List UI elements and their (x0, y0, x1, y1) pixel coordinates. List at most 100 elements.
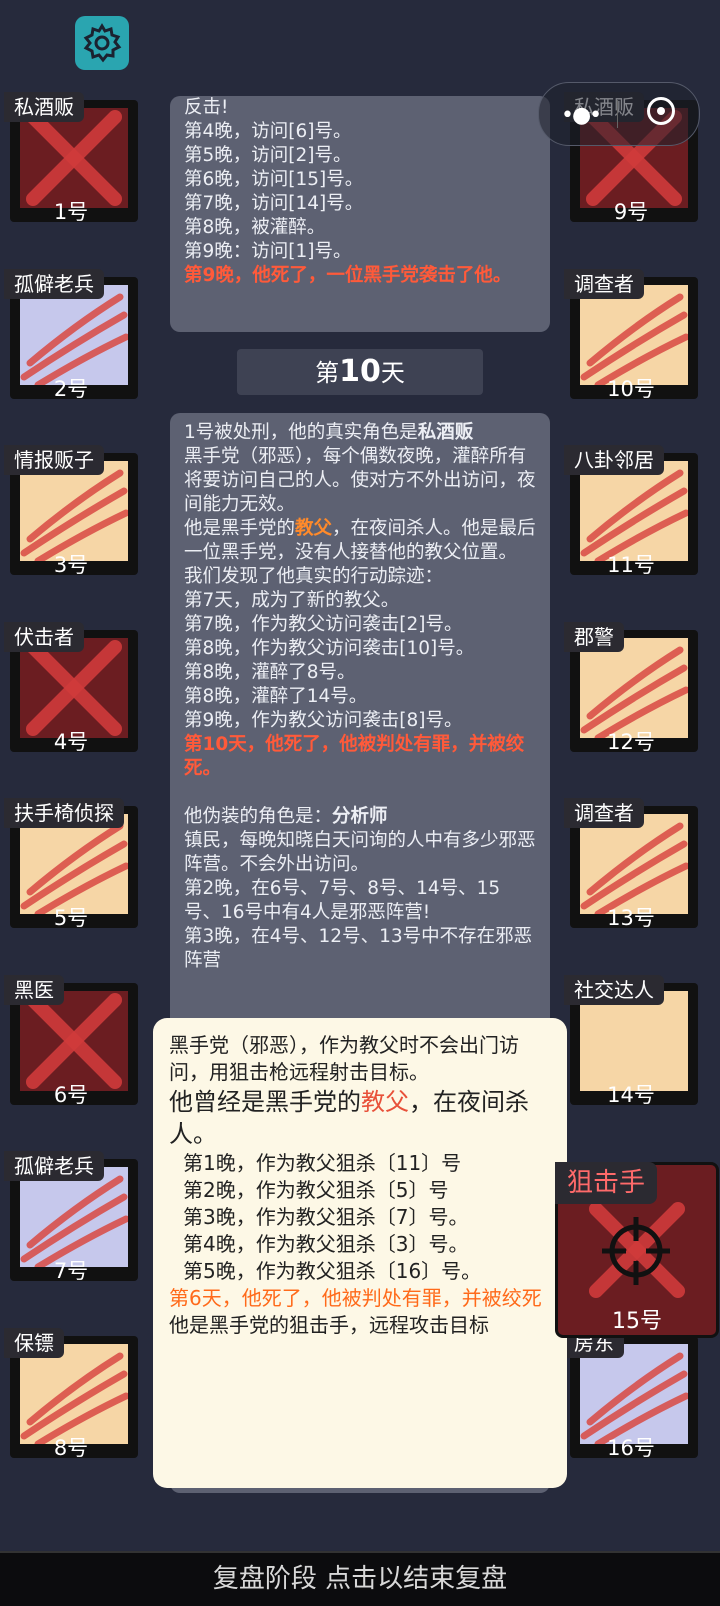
popup-night-line: 第4晚，作为教父狙杀〔3〕号。 (183, 1232, 469, 1256)
player-card[interactable]: 私酒贩 1号 (4, 92, 138, 224)
popup-godfather-role: 教父 (361, 1088, 409, 1116)
player-role-label: 调查者 (564, 798, 644, 828)
popup-night-line: 第5晚，作为教父狙杀〔16〕号。 (183, 1259, 482, 1283)
player-role-label: 黑医 (4, 974, 64, 1005)
gear-icon (83, 23, 122, 63)
player-portrait (20, 637, 128, 738)
player-number: 15号 (612, 1309, 662, 1334)
execution-death-line: 第10天，他死了，他被判处有罪，并被绞死。 (184, 734, 525, 779)
log-death-line: 第9晚，他死了，一位黑手党袭击了他。 (184, 265, 512, 286)
player-card-sniper-selected[interactable]: 狙击手 15号 (555, 1162, 719, 1338)
player-portrait (580, 1343, 688, 1444)
player-number: 7号 (53, 1259, 89, 1283)
player-role-label: 孤僻老兵 (4, 1151, 104, 1181)
player-number: 1号 (53, 200, 89, 224)
player-card[interactable]: 情报贩子 3号 (4, 445, 138, 577)
player-role-label: 八卦邻居 (564, 445, 664, 475)
player-role-label: 调查者 (564, 268, 644, 299)
player-number: 10号 (607, 376, 655, 401)
player-card[interactable]: 调查者 13号 (564, 798, 698, 930)
claw-scratch-icon (580, 1352, 688, 1444)
player-card[interactable]: 社交达人 14号 (564, 974, 698, 1107)
action-line: 第8晚，灌醉了8号。 (184, 662, 356, 683)
player-number: 2号 (53, 376, 89, 401)
more-dots-icon[interactable]: •●• (561, 103, 602, 128)
claw-scratch-icon (20, 822, 128, 914)
player-number: 8号 (53, 1435, 89, 1460)
player-portrait (580, 284, 688, 385)
miniprogram-capsule: •●• (538, 82, 700, 146)
target-circle-icon[interactable] (647, 97, 675, 125)
player-portrait (20, 814, 128, 914)
role-detail-popup[interactable]: 黑手党（邪恶），作为教父时不会出门访问，用狙击枪远程射击目标。 他曾经是黑手党的… (153, 1018, 567, 1488)
player-card[interactable]: 孤僻老兵 2号 (4, 268, 138, 401)
player-number: 14号 (607, 1082, 655, 1107)
end-review-button[interactable]: 复盘阶段 点击以结束复盘 (0, 1551, 720, 1606)
player-card[interactable]: 伏击者 4号 (4, 621, 138, 754)
player-portrait (20, 284, 128, 385)
player-portrait (580, 814, 688, 914)
godfather-text: 他是黑手党的 (184, 518, 296, 539)
player-portrait (580, 990, 688, 1091)
player-role-label: 孤僻老兵 (4, 268, 104, 299)
log-line: 第5晚，访问[2]号。 (184, 145, 352, 166)
claw-scratch-icon (580, 293, 688, 385)
player-portrait (580, 637, 688, 738)
popup-night-line: 第1晚，作为教父狙杀〔11〕号 (183, 1151, 462, 1175)
player-card[interactable]: 孤僻老兵 7号 (4, 1151, 138, 1283)
player-card[interactable]: 调查者 10号 (564, 268, 698, 401)
player-card[interactable]: 八卦邻居 11号 (564, 445, 698, 577)
player-number: 11号 (607, 553, 655, 577)
player-card[interactable]: 房东 16号 (564, 1327, 698, 1460)
night2-result: 第2晚，在6号、7号、8号、14号、15号、16号中有4人是邪恶阵营! (184, 878, 501, 923)
popup-night-line: 第2晚，作为教父狙杀〔5〕号 (183, 1178, 449, 1202)
execution-text: 1号被处刑，他的真实角色是 (184, 422, 418, 443)
disguise-description: 镇民，每晚知晓白天问询的人中有多少邪恶阵营。不会外出访问。 (184, 830, 536, 875)
player-card[interactable]: 扶手椅侦探 5号 (4, 798, 138, 930)
capsule-divider (617, 100, 618, 128)
player-portrait (20, 108, 128, 208)
player-portrait (20, 1167, 128, 1267)
popup-footer: 他是黑手党的狙击手，远程攻击目标 (169, 1313, 489, 1337)
claw-scratch-icon (580, 469, 688, 561)
settings-button[interactable] (75, 16, 129, 70)
action-line: 第8晚，灌醉了14号。 (184, 686, 368, 707)
player-number: 12号 (607, 729, 655, 754)
disguise-label: 他伪装的角色是： (184, 806, 333, 827)
action-line: 第7天，成为了新的教父。 (184, 590, 400, 611)
day-prefix: 第 (315, 359, 340, 387)
player-number: 5号 (53, 906, 89, 930)
player-role-label: 情报贩子 (4, 445, 104, 475)
player-card[interactable]: 郡警 12号 (564, 621, 698, 754)
disguise-role: 分析师 (332, 806, 388, 827)
action-line: 第7晚，作为教父访问袭击[2]号。 (184, 614, 463, 635)
popup-godfather-text: 他曾经是黑手党的 (169, 1088, 361, 1116)
player-card[interactable]: 保镖 8号 (4, 1327, 138, 1460)
player-role-label: 狙击手 (555, 1162, 658, 1204)
claw-scratch-icon (20, 1352, 128, 1444)
trace-heading: 我们发现了他真实的行动踪迹： (184, 566, 444, 587)
popup-role-desc: 黑手党（邪恶），作为教父时不会出门访问，用狙击枪远程射击目标。 (169, 1033, 519, 1084)
crosshair-icon (602, 1217, 670, 1285)
claw-scratch-icon (580, 822, 688, 914)
player-role-label: 社交达人 (564, 974, 664, 1005)
role-description: 黑手党（邪恶），每个偶数夜晚，灌醉所有将要访问自己的人。使对方不外出访问，夜间能… (184, 446, 536, 515)
player-number: 13号 (607, 906, 655, 930)
player-portrait (580, 461, 688, 561)
claw-scratch-icon (20, 469, 128, 561)
player-number: 3号 (53, 553, 89, 577)
player-portrait (20, 1343, 128, 1444)
player-portrait (20, 990, 128, 1091)
claw-scratch-icon (20, 1175, 128, 1267)
log-line: 第9晚：访问[1]号。 (184, 241, 352, 262)
player-role-label: 保镖 (4, 1327, 64, 1358)
day-suffix: 天 (380, 359, 405, 387)
claw-scratch-icon (20, 293, 128, 385)
player-role-label: 扶手椅侦探 (4, 798, 124, 828)
player-card[interactable]: 黑医 6号 (4, 974, 138, 1107)
player-number: 16号 (607, 1435, 655, 1460)
executed-role: 私酒贩 (417, 422, 474, 443)
action-line: 第9晚，作为教父访问袭击[8]号。 (184, 710, 463, 731)
log-line: 第4晚，访问[6]号。 (184, 121, 352, 142)
player-portrait (20, 461, 128, 561)
